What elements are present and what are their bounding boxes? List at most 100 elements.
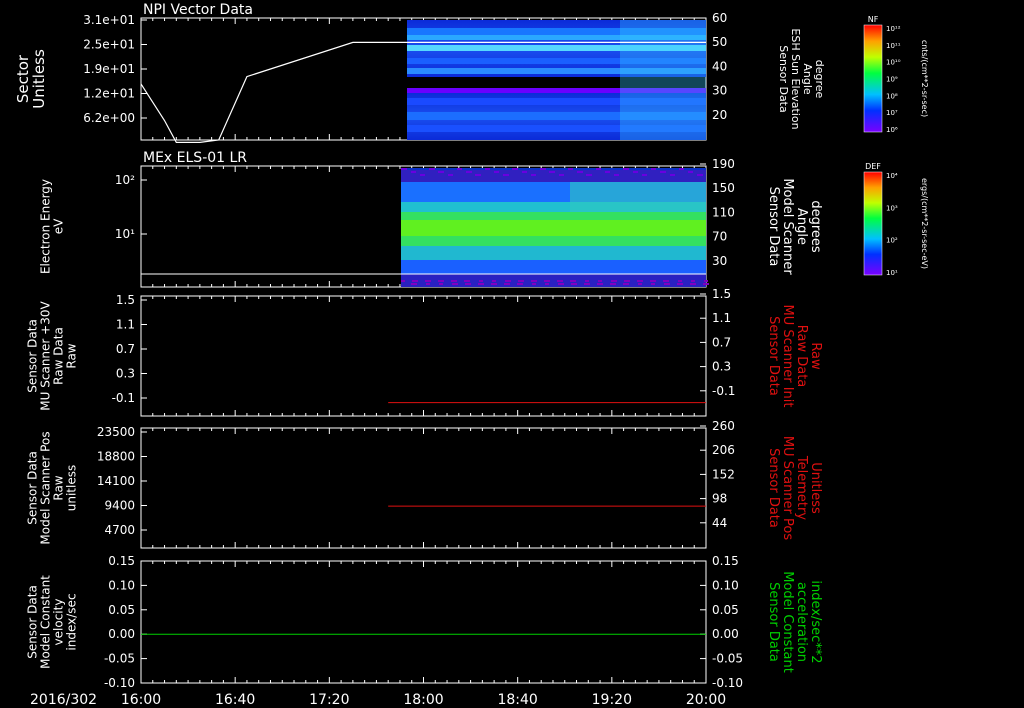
y-tick-label-right: 70 (712, 230, 727, 244)
noise-pixel (651, 283, 655, 285)
noise-pixel (610, 283, 614, 285)
noise-pixel (505, 174, 509, 176)
noise-pixel (438, 280, 442, 282)
y-tick-label-left: 23500 (97, 425, 135, 439)
noise-pixel (531, 280, 535, 282)
y-axis-label-right: Angle (794, 208, 809, 245)
y-axis-label-left: Raw Data (52, 327, 66, 385)
noise-pixel (458, 168, 462, 170)
panel-title: NPI Vector Data (143, 2, 253, 18)
noise-pixel (585, 280, 589, 282)
noise-pixel (403, 168, 407, 170)
noise-pixel (634, 171, 638, 173)
y-axis-label-right: degrees (808, 200, 823, 253)
noise-pixel (545, 283, 549, 285)
y-tick-label-right: -0.10 (712, 676, 743, 690)
noise-pixel (412, 171, 416, 173)
y-axis-label-left: unitless (65, 465, 79, 511)
noise-pixel (465, 283, 469, 285)
noise-pixel (704, 280, 708, 282)
y-axis-label-left: eV (52, 218, 66, 234)
y-axis-label-right: index/sec**2 (808, 580, 823, 663)
noise-pixel (479, 280, 483, 282)
noise-pixel (557, 280, 561, 282)
y-tick-label-right: 30 (712, 84, 727, 98)
noise-pixel (662, 171, 666, 173)
npi-spectrogram (407, 20, 706, 140)
colorbar-tick: 10¹ (886, 269, 898, 277)
y-tick-label-left: 9400 (104, 499, 135, 513)
noise-pixel (571, 283, 575, 285)
colorbar-tick: 10¹⁰ (886, 59, 901, 67)
noise-pixel (518, 280, 522, 282)
colorbar-2 (863, 171, 883, 276)
y-tick-label-right: 1.5 (712, 287, 731, 301)
y-axis-label-right: Sensor Data (766, 448, 781, 528)
noise-pixel (421, 174, 425, 176)
noise-pixel (652, 168, 656, 170)
y-tick-label-right: 150 (712, 181, 735, 195)
noise-pixel (671, 174, 675, 176)
y-axis-label-right: Telemetry (794, 455, 809, 520)
y-tick-label-right: 0.00 (712, 627, 739, 641)
colorbar-1 (863, 24, 883, 133)
x-tick-label: 16:40 (215, 692, 255, 708)
y-tick-label-right: 0.10 (712, 578, 739, 592)
noise-pixel (401, 280, 405, 282)
y-tick-label-left: 1.9e+01 (83, 62, 135, 76)
y-tick-label-left: 1.2e+01 (83, 87, 135, 101)
x-tick-label: 18:00 (403, 692, 443, 708)
noise-pixel (677, 283, 681, 285)
y-axis-label-left: Raw (52, 475, 66, 500)
y-axis-label-left: Model Constant (39, 575, 53, 669)
date-label: 2016/302 (30, 692, 97, 708)
noise-pixel (699, 174, 703, 176)
y-tick-label-right: 20 (712, 108, 727, 122)
y-tick-label-right: 60 (712, 11, 727, 25)
y-tick-label-right: 1.1 (712, 311, 731, 325)
noise-pixel (425, 280, 429, 282)
y-axis-label-right: Angle (801, 63, 814, 95)
noise-pixel (650, 280, 654, 282)
y-tick-label-right: 44 (712, 516, 727, 530)
noise-pixel (625, 168, 629, 170)
y-axis-label-right: degree (813, 60, 826, 99)
y-tick-label-right: 152 (712, 467, 735, 481)
y-tick-label-right: 190 (712, 157, 735, 171)
noise-pixel (598, 280, 602, 282)
y-tick-label-left: 6.2e+00 (83, 111, 135, 125)
colorbar-unit: ergs/(cm**2-sr-sec-eV) (920, 178, 929, 269)
y-tick-label-left: 0.15 (108, 554, 135, 568)
noise-pixel (624, 280, 628, 282)
colorbar-label: NF (868, 15, 879, 24)
y-axis-label-left: Sensor Data (26, 585, 40, 659)
noise-pixel (560, 174, 564, 176)
noise-pixel (505, 280, 509, 282)
y-axis-label-left: Model Scanner Pos (39, 431, 53, 544)
noise-pixel (492, 280, 496, 282)
x-tick-label: 19:20 (592, 692, 632, 708)
colorbar-tick: 10² (886, 237, 898, 245)
y-axis-label-right: acceleration (794, 582, 809, 662)
noise-pixel (570, 280, 574, 282)
noise-pixel (514, 168, 518, 170)
noise-pixel (690, 283, 694, 285)
panel-frame-4 (140, 427, 707, 549)
colorbar-tick: 10⁹ (886, 76, 898, 84)
noise-pixel (451, 280, 455, 282)
noise-pixel (477, 174, 481, 176)
y-tick-label-right: 110 (712, 205, 735, 219)
y-tick-label-left: 1.1 (116, 318, 135, 332)
noise-pixel (588, 174, 592, 176)
noise-pixel (532, 174, 536, 176)
y-axis-label-right: Raw (808, 342, 823, 370)
y-axis-label-left: MU Scanner +30V (39, 301, 53, 411)
y-tick-label-left: 3.1e+01 (83, 13, 135, 27)
y-axis-label-left: Electron Energy (39, 179, 53, 274)
y-tick-label-left: 4700 (104, 523, 135, 537)
noise-pixel (464, 280, 468, 282)
y-axis-label-right: Sensor Data (766, 316, 781, 396)
y-tick-label-left: 0.05 (108, 603, 135, 617)
x-tick-label: 16:00 (121, 692, 161, 708)
chart-stage: NPI Vector Data 3.1e+01 2.5e+01 1.9e+01 1.2e… (14, 2, 929, 708)
